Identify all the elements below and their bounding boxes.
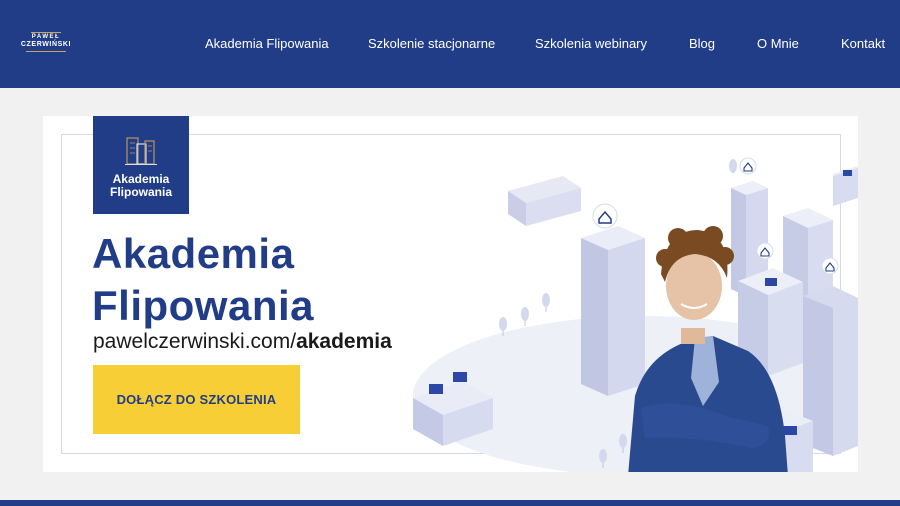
badge-line2: Flipowania <box>109 185 172 199</box>
nav-item-szkolenia-webinary[interactable]: Szkolenia webinary <box>535 36 647 52</box>
nav-item-szkolenie-stacjonarne[interactable]: Szkolenie stacjonarne <box>368 36 495 52</box>
logo-line1: PAWEŁ <box>31 34 61 40</box>
banner-heading: Akademia Flipowania <box>92 228 314 332</box>
tower-1 <box>581 203 645 396</box>
logo-line2: CZERWIŃSKI <box>20 41 72 48</box>
building-block-1 <box>508 176 581 226</box>
heading-line1: Akademia <box>92 230 295 277</box>
nav-item-kontakt[interactable]: Kontakt <box>841 36 885 52</box>
buildings-icon <box>125 137 157 165</box>
heading-line2: Flipowania <box>92 282 315 329</box>
nav-item-blog[interactable]: Blog <box>689 36 715 52</box>
akademia-badge: Akademia Flipowania <box>93 116 189 214</box>
top-navbar: PAWEŁ CZERWIŃSKI Akademia Flipowania Szk… <box>0 0 900 88</box>
url-prefix: pawelczerwinski.com/ <box>93 330 297 353</box>
join-training-button[interactable]: DOŁĄCZ DO SZKOLENIA <box>93 365 300 434</box>
url-suffix: akademia <box>296 330 392 353</box>
nav-item-o-mnie[interactable]: O Mnie <box>757 36 799 52</box>
banner-url: pawelczerwinski.com/akademia <box>93 329 392 355</box>
logo-rule-top <box>31 32 61 33</box>
logo-rule-bottom <box>26 51 66 52</box>
hero-illustration <box>413 157 858 472</box>
building-block-4 <box>833 166 858 206</box>
nav-item-akademia-flipowania[interactable]: Akademia Flipowania <box>205 36 329 52</box>
footer-strip <box>0 500 900 506</box>
hero-banner[interactable]: Akademia Flipowania Akademia Flipowania … <box>43 116 858 472</box>
site-logo[interactable]: PAWEŁ CZERWIŃSKI <box>18 32 74 56</box>
